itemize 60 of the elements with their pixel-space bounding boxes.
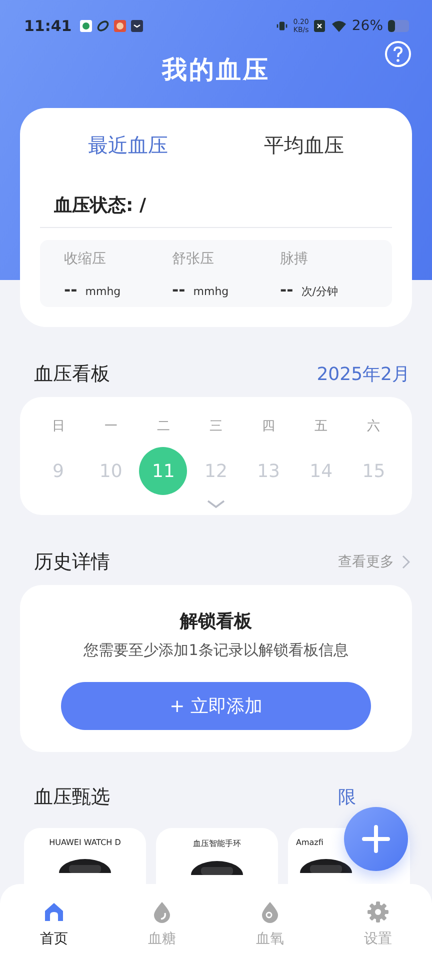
date-cell[interactable]: 9: [34, 447, 82, 495]
weekday-label: 四: [262, 418, 276, 435]
status-label: 血压状态: /: [40, 193, 392, 228]
metric-value: --: [172, 280, 186, 299]
weekday-label: 日: [52, 418, 65, 435]
metric-label: 舒张压: [172, 250, 215, 268]
metric-label: 收缩压: [64, 250, 107, 268]
date-cell[interactable]: 11: [139, 447, 188, 495]
date-cell[interactable]: 15: [350, 447, 398, 495]
date-cell[interactable]: 10: [86, 447, 135, 495]
view-more-link[interactable]: 查看更多: [338, 553, 394, 571]
metric-unit: 次/分钟: [301, 284, 338, 299]
tab[interactable]: 平均血压: [254, 128, 354, 163]
battery-icon: [388, 20, 410, 32]
metric-value: --: [280, 280, 294, 299]
settings-icon: [366, 900, 390, 924]
month-label[interactable]: 2025年2月: [316, 362, 410, 386]
shield-icon: [80, 20, 92, 32]
nav-tab[interactable]: 血糖: [138, 896, 186, 952]
page-title: 我的血压: [162, 54, 270, 86]
battery-percent: 26%: [352, 18, 383, 34]
add-button[interactable]: + 立即添加: [61, 682, 371, 730]
section-title: 血压看板: [34, 362, 110, 387]
help-icon[interactable]: [384, 40, 412, 68]
home-icon: [42, 900, 66, 924]
tab[interactable]: 最近血压: [78, 128, 178, 163]
nav-tab[interactable]: 首页: [30, 896, 78, 952]
weekday-label: 三: [209, 418, 222, 435]
unlock-text: 您需要至少添加1条记录以解锁看板信息: [84, 641, 348, 660]
date-cell[interactable]: 12: [192, 447, 240, 495]
metric-unit: mmhg: [85, 285, 121, 298]
product-name: Amazfi: [296, 838, 324, 847]
plus-icon: [361, 824, 391, 854]
product-name: HUAWEI WATCH D: [49, 838, 121, 847]
app-icon: [114, 20, 126, 32]
date-cell[interactable]: 13: [244, 447, 293, 495]
chevron-down-icon[interactable]: [206, 499, 226, 509]
section-title: 历史详情: [34, 550, 110, 575]
sim-icon: [314, 20, 326, 32]
weekday-label: 六: [367, 418, 380, 435]
nav-tab[interactable]: 血氧: [246, 896, 294, 952]
vibrate-icon: [276, 20, 288, 32]
weekday-label: 一: [104, 418, 118, 435]
nav-tab[interactable]: 设置: [354, 896, 402, 952]
add-fab[interactable]: [344, 807, 408, 871]
section-title: 血压甄选: [34, 785, 110, 810]
status-time: 11:41: [24, 17, 72, 35]
date-cell[interactable]: 14: [297, 447, 346, 495]
unlock-title: 解锁看板: [180, 610, 252, 633]
product-card[interactable]: HUAWEI WATCH D: [24, 828, 146, 884]
metric-label: 脉搏: [280, 250, 309, 268]
weekday-label: 二: [156, 418, 170, 435]
product-card[interactable]: 血压智能手环: [156, 828, 278, 884]
weekday-label: 五: [314, 418, 328, 435]
metric-value: --: [64, 280, 78, 299]
metric-unit: mmhg: [193, 285, 229, 298]
product-name: 血压智能手环: [193, 838, 241, 849]
wifi-icon: [330, 20, 347, 32]
mail-icon: [130, 20, 143, 32]
promo-link[interactable]: 限: [338, 785, 356, 809]
